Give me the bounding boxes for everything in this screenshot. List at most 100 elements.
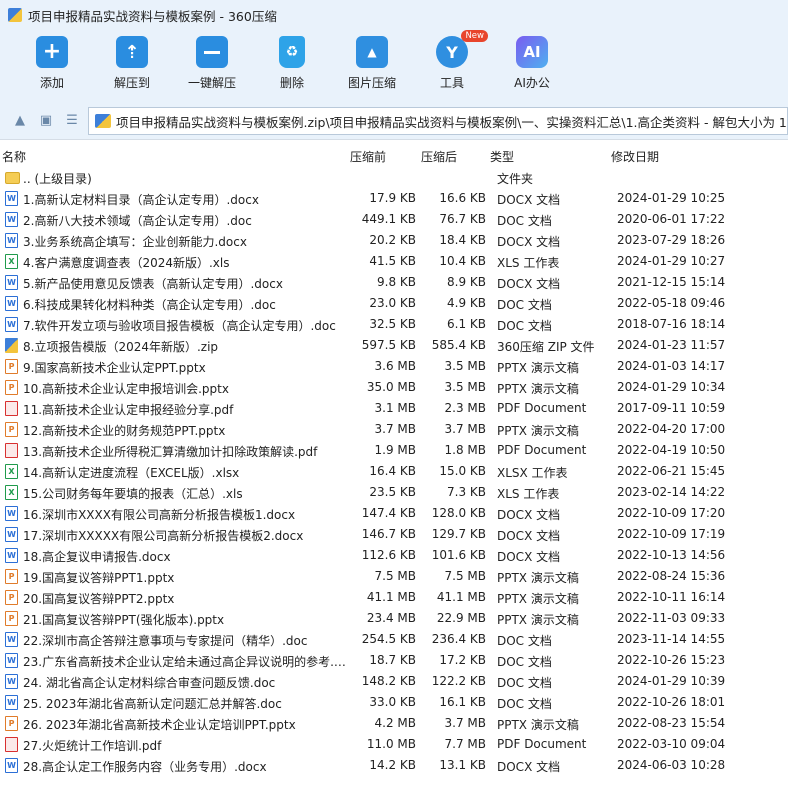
file-type: DOC 文档 bbox=[497, 655, 552, 669]
ai-office-button[interactable]: AI AI办公 bbox=[492, 36, 572, 91]
file-row[interactable]: W 3.业务系统高企填写：企业创新能力.docx 20.2 KB 18.4 KB DOC… bbox=[0, 230, 788, 251]
file-name: .. (上级目录) bbox=[23, 172, 92, 186]
file-name: 25. 2023年湖北省高新认定问题汇总并解答.doc bbox=[23, 697, 282, 711]
file-type: 360压缩 ZIP 文件 bbox=[497, 340, 595, 354]
add-button[interactable]: 添加 bbox=[12, 36, 92, 91]
file-size-after: 7.3 KB bbox=[447, 485, 486, 499]
file-type: XLSX 工作表 bbox=[497, 466, 568, 480]
file-name: 10.高新技术企业认定申报培训会.pptx bbox=[23, 382, 229, 396]
file-size-before: 20.2 KB bbox=[369, 233, 416, 247]
word-document-icon: W bbox=[5, 548, 18, 563]
file-size-after: 101.6 KB bbox=[431, 548, 486, 562]
file-name: 12.高新技术企业的财务规范PPT.pptx bbox=[23, 424, 226, 438]
file-size-before: 14.2 KB bbox=[369, 758, 416, 772]
powerpoint-icon: P bbox=[5, 569, 18, 584]
pdf-file-icon bbox=[5, 443, 18, 458]
file-row[interactable]: 27.火炬统计工作培训.pdf 11.0 MB 7.7 MB PDF Document… bbox=[0, 734, 788, 755]
tools-label: 工具 bbox=[439, 76, 464, 90]
file-row[interactable]: W 16.深圳市XXXX有限公司高新分析报告模板1.docx 147.4 KB 128… bbox=[0, 503, 788, 524]
file-row[interactable]: P 9.国家高新技术企业认定PPT.pptx 3.6 MB 3.5 MB PPTX 演示… bbox=[0, 356, 788, 377]
file-name: 7.软件开发立项与验收项目报告模板（高企认定专用）.doc bbox=[23, 319, 336, 333]
column-name[interactable]: 名称 bbox=[2, 148, 26, 165]
file-row[interactable]: W 25. 2023年湖北省高新认定问题汇总并解答.doc 33.0 KB 16.1 … bbox=[0, 692, 788, 713]
file-modified-date: 2023-11-14 14:55 bbox=[617, 632, 726, 646]
file-type: DOCX 文档 bbox=[497, 193, 561, 207]
up-arrow-icon[interactable]: ▲ bbox=[12, 113, 28, 129]
word-document-icon: W bbox=[5, 317, 18, 332]
file-type: DOC 文档 bbox=[497, 214, 552, 228]
file-size-after: 129.7 KB bbox=[431, 527, 486, 541]
column-modified-date[interactable]: 修改日期 bbox=[611, 148, 659, 165]
image-compress-button[interactable]: 图片压缩 bbox=[332, 36, 412, 91]
file-row[interactable]: W 18.高企复议申请报告.docx 112.6 KB 101.6 KB DOCX 文档… bbox=[0, 545, 788, 566]
tools-button[interactable]: New 工具 bbox=[412, 30, 492, 91]
file-name: 16.深圳市XXXX有限公司高新分析报告模板1.docx bbox=[23, 508, 296, 522]
file-type: PPTX 演示文稿 bbox=[497, 424, 579, 438]
path-field[interactable]: 项目申报精品实战资料与模板案例.zip\项目申报精品实战资料与模板案例\一、实操… bbox=[88, 107, 788, 135]
column-compressed-before[interactable]: 压缩前 bbox=[350, 148, 386, 165]
file-size-before: 41.1 MB bbox=[366, 590, 416, 604]
extract-icon bbox=[116, 36, 148, 68]
file-size-after: 585.4 KB bbox=[431, 338, 486, 352]
thumbnail-view-icon[interactable]: ▣ bbox=[38, 113, 54, 129]
ai-office-icon: AI bbox=[516, 36, 548, 68]
powerpoint-icon: P bbox=[5, 359, 18, 374]
file-row[interactable]: W 22.深圳市高企答辩注意事项与专家提问（精华）.doc 254.5 KB 236.… bbox=[0, 629, 788, 650]
zip-archive-icon bbox=[95, 114, 111, 128]
file-row[interactable]: P 20.国高复议答辩PPT2.pptx 41.1 MB 41.1 MB PPTX 演示… bbox=[0, 587, 788, 608]
file-row[interactable]: W 23.广东省高新技术企业认定给未通过高企异议说明的参考.d... 18.7 KB… bbox=[0, 650, 788, 671]
file-row[interactable]: .. (上级目录) 文件夹 bbox=[0, 167, 788, 188]
file-row[interactable]: W 17.深圳市XXXXX有限公司高新分析报告模板2.docx 146.7 KB 12… bbox=[0, 524, 788, 545]
file-row[interactable]: W 2.高新八大技术领域（高企认定专用）.doc 449.1 KB 76.7 KB DO… bbox=[0, 209, 788, 230]
file-size-before: 9.8 KB bbox=[377, 275, 416, 289]
file-row[interactable]: 8.立项报告模版（2024年新版）.zip 597.5 KB 585.4 KB 360… bbox=[0, 335, 788, 356]
file-row[interactable]: W 28.高企认定工作服务内容（业务专用）.docx 14.2 KB 13.1 KB D… bbox=[0, 755, 788, 776]
file-size-after: 22.9 MB bbox=[436, 611, 486, 625]
file-type: PPTX 演示文稿 bbox=[497, 361, 579, 375]
file-size-before: 23.0 KB bbox=[369, 296, 416, 310]
file-row[interactable]: P 12.高新技术企业的财务规范PPT.pptx 3.7 MB 3.7 MB PPTX … bbox=[0, 419, 788, 440]
file-row[interactable]: W 7.软件开发立项与验收项目报告模板（高企认定专用）.doc 32.5 KB 6.1… bbox=[0, 314, 788, 335]
column-compressed-after[interactable]: 压缩后 bbox=[421, 148, 457, 165]
word-document-icon: W bbox=[5, 527, 18, 542]
file-size-before: 7.5 MB bbox=[374, 569, 416, 583]
file-row[interactable]: 11.高新技术企业认定申报经验分享.pdf 3.1 MB 2.3 MB PDF Doc… bbox=[0, 398, 788, 419]
delete-button[interactable]: 删除 bbox=[252, 36, 332, 91]
file-row[interactable]: W 1.高新认定材料目录（高企认定专用）.docx 17.9 KB 16.6 KB DO… bbox=[0, 188, 788, 209]
file-modified-date: 2021-12-15 15:14 bbox=[617, 275, 726, 289]
file-type: DOCX 文档 bbox=[497, 529, 561, 543]
file-name: 15.公司财务每年要填的报表（汇总）.xls bbox=[23, 487, 243, 501]
file-size-before: 23.4 MB bbox=[366, 611, 416, 625]
pdf-file-icon bbox=[5, 737, 18, 752]
file-row[interactable]: P 19.国高复议答辩PPT1.pptx 7.5 MB 7.5 MB PPTX 演示文稿… bbox=[0, 566, 788, 587]
file-row[interactable]: W 5.新产品使用意见反馈表（高新认定专用）.docx 9.8 KB 8.9 KB DO… bbox=[0, 272, 788, 293]
ai-office-label: AI办公 bbox=[514, 76, 550, 90]
file-size-before: 1.9 MB bbox=[374, 443, 416, 457]
file-row[interactable]: P 26. 2023年湖北省高新技术企业认定培训PPT.pptx 4.2 MB 3.7… bbox=[0, 713, 788, 734]
file-row[interactable]: P 21.国高复议答辩PPT(强化版本).pptx 23.4 MB 22.9 MB PP… bbox=[0, 608, 788, 629]
file-size-after: 3.5 MB bbox=[444, 380, 486, 394]
column-type[interactable]: 类型 bbox=[490, 148, 514, 165]
file-type: PDF Document bbox=[497, 401, 587, 415]
file-name: 13.高新技术企业所得税汇算清缴加计扣除政策解读.pdf bbox=[23, 445, 318, 459]
delete-icon bbox=[279, 36, 305, 68]
file-type: DOCX 文档 bbox=[497, 277, 561, 291]
file-modified-date: 2022-08-24 15:36 bbox=[617, 569, 726, 583]
file-name: 6.科技成果转化材料种类（高企认定专用）.doc bbox=[23, 298, 276, 312]
file-row[interactable]: X 15.公司财务每年要填的报表（汇总）.xls 23.5 KB 7.3 KB XLS … bbox=[0, 482, 788, 503]
file-row[interactable]: W 6.科技成果转化材料种类（高企认定专用）.doc 23.0 KB 4.9 KB DO… bbox=[0, 293, 788, 314]
file-modified-date: 2020-06-01 17:22 bbox=[617, 212, 726, 226]
file-name: 14.高新认定进度流程（EXCEL版）.xlsx bbox=[23, 466, 240, 480]
file-modified-date: 2023-02-14 14:22 bbox=[617, 485, 726, 499]
powerpoint-icon: P bbox=[5, 380, 18, 395]
file-row[interactable]: X 14.高新认定进度流程（EXCEL版）.xlsx 16.4 KB 15.0 KB X… bbox=[0, 461, 788, 482]
file-row[interactable]: 13.高新技术企业所得税汇算清缴加计扣除政策解读.pdf 1.9 MB 1.8 MB… bbox=[0, 440, 788, 461]
file-row[interactable]: X 4.客户满意度调查表（2024新版）.xls 41.5 KB 10.4 KB XLS… bbox=[0, 251, 788, 272]
file-size-after: 3.5 MB bbox=[444, 359, 486, 373]
file-row[interactable]: W 24. 湖北省高企认定材料综合审查问题反馈.doc 148.2 KB 122.2 … bbox=[0, 671, 788, 692]
list-view-icon[interactable]: ☰ bbox=[64, 113, 80, 129]
file-name: 28.高企认定工作服务内容（业务专用）.docx bbox=[23, 760, 267, 774]
extract-to-button[interactable]: 解压到 bbox=[92, 36, 172, 91]
file-row[interactable]: P 10.高新技术企业认定申报培训会.pptx 35.0 MB 3.5 MB PPTX … bbox=[0, 377, 788, 398]
one-click-extract-button[interactable]: 一键解压 bbox=[172, 36, 252, 91]
